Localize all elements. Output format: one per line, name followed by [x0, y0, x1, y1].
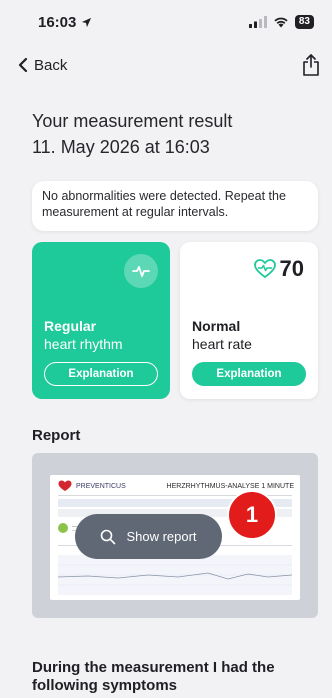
report-logo: PREVENTICUS	[58, 480, 126, 492]
signal-icon	[248, 16, 267, 28]
heart-rate-value: 70	[279, 256, 304, 281]
heart-rate-status: Normal	[192, 318, 241, 334]
share-icon[interactable]	[302, 54, 320, 76]
status-time: 16:03	[38, 13, 77, 31]
report-ecg-trace	[58, 555, 292, 595]
search-icon	[101, 529, 116, 544]
heart-rhythm-card: Regular heart rhythm Explanation	[32, 242, 170, 399]
report-status-dot	[58, 523, 68, 533]
status-indicators: 83	[248, 15, 314, 29]
result-header: Your measurement result 11. May 2026 at …	[32, 108, 232, 160]
status-bar: 16:03 83	[0, 0, 332, 44]
result-notice: No abnormalities were detected. Repeat t…	[32, 181, 318, 231]
rhythm-icon-badge	[124, 254, 158, 288]
wifi-icon	[274, 17, 288, 28]
rhythm-label: heart rhythm	[44, 336, 123, 352]
chevron-left-icon	[18, 57, 28, 73]
rhythm-status: Regular	[44, 318, 97, 334]
report-section-title: Report	[32, 427, 81, 444]
report-brand: PREVENTICUS	[76, 482, 126, 490]
measurement-datetime: 11. May 2026 at 16:03	[32, 137, 210, 157]
heart-rate-explanation-button[interactable]: Explanation	[192, 362, 306, 386]
rhythm-explanation-button[interactable]: Explanation	[44, 362, 158, 386]
status-time-group: 16:03	[38, 14, 92, 31]
heart-rate-card: 70 Normal heart rate Explanation	[180, 242, 318, 399]
location-arrow-icon	[82, 17, 92, 27]
back-label: Back	[34, 56, 68, 74]
nav-bar: Back	[0, 50, 332, 80]
heart-logo-icon	[58, 480, 72, 491]
heart-rate-label: heart rate	[192, 336, 252, 352]
show-report-label: Show report	[126, 529, 197, 544]
show-report-button[interactable]: Show report	[75, 514, 222, 559]
page-title: Your measurement result	[32, 111, 233, 131]
battery-indicator: 83	[294, 15, 314, 29]
report-heading: HERZRHYTHMUS-ANALYSE 1 MINUTE	[166, 483, 294, 490]
back-button[interactable]: Back	[18, 57, 67, 74]
symptoms-section-title: During the measurement I had the followi…	[32, 659, 275, 694]
heart-rate-readout: 70	[253, 256, 304, 282]
step-number-badge: 1	[227, 490, 277, 540]
heart-pulse-icon	[253, 259, 276, 279]
pulse-wave-icon	[132, 266, 150, 277]
